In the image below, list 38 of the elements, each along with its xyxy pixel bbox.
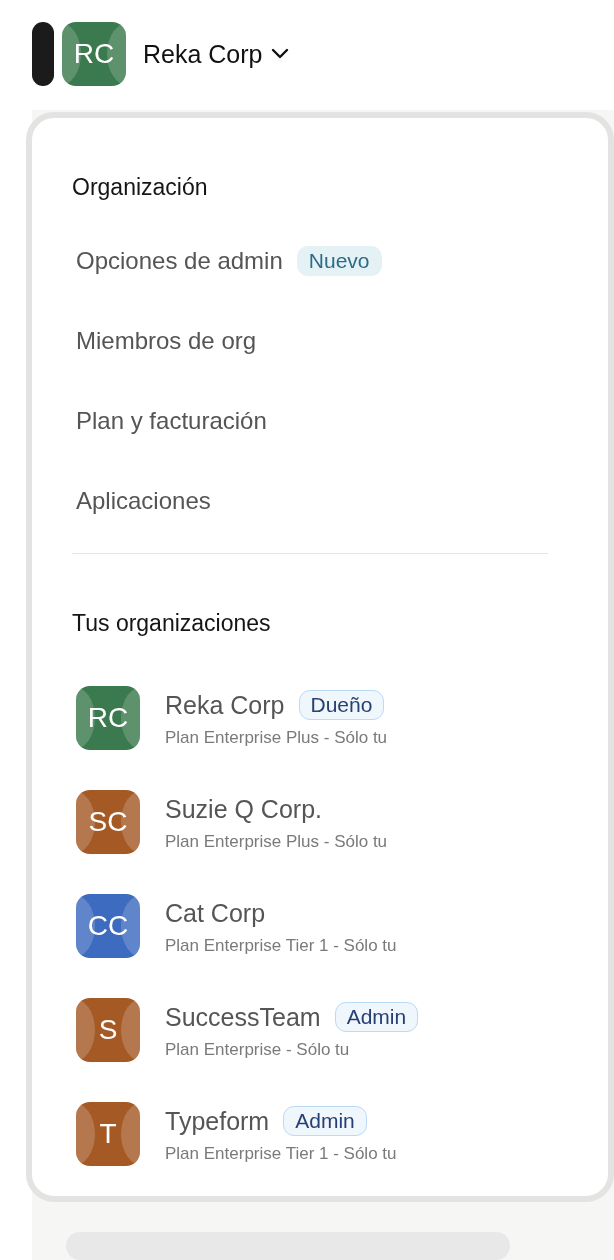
organization-item[interactable]: SC Suzie Q Corp. Plan Enterprise Plus - Sólo tu — [76, 790, 576, 854]
organization-item[interactable]: T Typeform Admin Plan Enterprise Tier 1 - Sólo tu — [76, 1102, 576, 1166]
menu-item-label: Opciones de admin — [76, 247, 283, 275]
menu-item-label: Plan y facturación — [76, 407, 267, 435]
menu-item[interactable]: Aplicaciones — [76, 486, 576, 516]
organization-name: SuccessTeam — [165, 1002, 321, 1032]
plan-label: Plan Enterprise Plus - Sólo tu — [165, 728, 388, 748]
organization-name: Suzie Q Corp. — [165, 794, 322, 824]
organization-item[interactable]: S SuccessTeam Admin Plan Enterprise - Sólo tu — [76, 998, 576, 1062]
organization-item[interactable]: CC Cat Corp Plan Enterprise Tier 1 - Sólo tu — [76, 894, 576, 958]
badge: Admin — [334, 1002, 419, 1032]
plan-label: Plan Enterprise Plus - Sólo tu — [165, 832, 388, 852]
organization-name: Cat Corp — [165, 898, 266, 928]
organization-avatar: T — [76, 1102, 140, 1166]
menu-item[interactable]: Opciones de admin Nuevo — [76, 246, 576, 276]
pill-icon — [32, 22, 54, 86]
plan-label: Plan Enterprise Tier 1 - Sólo tu — [165, 1144, 397, 1164]
menu-item[interactable]: Plan y facturación — [76, 406, 576, 436]
organization-avatar: SC — [76, 790, 140, 854]
organization-avatar: RC — [62, 22, 126, 86]
menu-item-label: Miembros de org — [76, 327, 257, 355]
organization-item[interactable]: RC Reka Corp Dueño Plan Enterprise Plus - Sólo tu — [76, 686, 576, 750]
organization-name: Reka Corp — [165, 690, 285, 720]
section-title: Tus organizaciones — [72, 609, 272, 638]
plan-label: Plan Enterprise Tier 1 - Sólo tu — [165, 936, 397, 956]
section-title: Organización — [72, 173, 209, 202]
organization-name: Typeform — [165, 1106, 270, 1136]
organization-switcher[interactable]: Reka Corp — [134, 39, 289, 69]
plan-label: Plan Enterprise - Sólo tu — [165, 1040, 351, 1060]
badge: Nuevo — [296, 246, 382, 276]
chevron-down-icon — [270, 48, 289, 60]
menu-item[interactable]: Miembros de org — [76, 326, 576, 356]
organization-avatar: RC — [76, 686, 140, 750]
organization-avatar: S — [76, 998, 140, 1062]
badge: Admin — [283, 1106, 367, 1136]
menu-item-label: Aplicaciones — [76, 487, 211, 515]
badge: Dueño — [298, 690, 385, 720]
organization-avatar: CC — [76, 894, 140, 958]
